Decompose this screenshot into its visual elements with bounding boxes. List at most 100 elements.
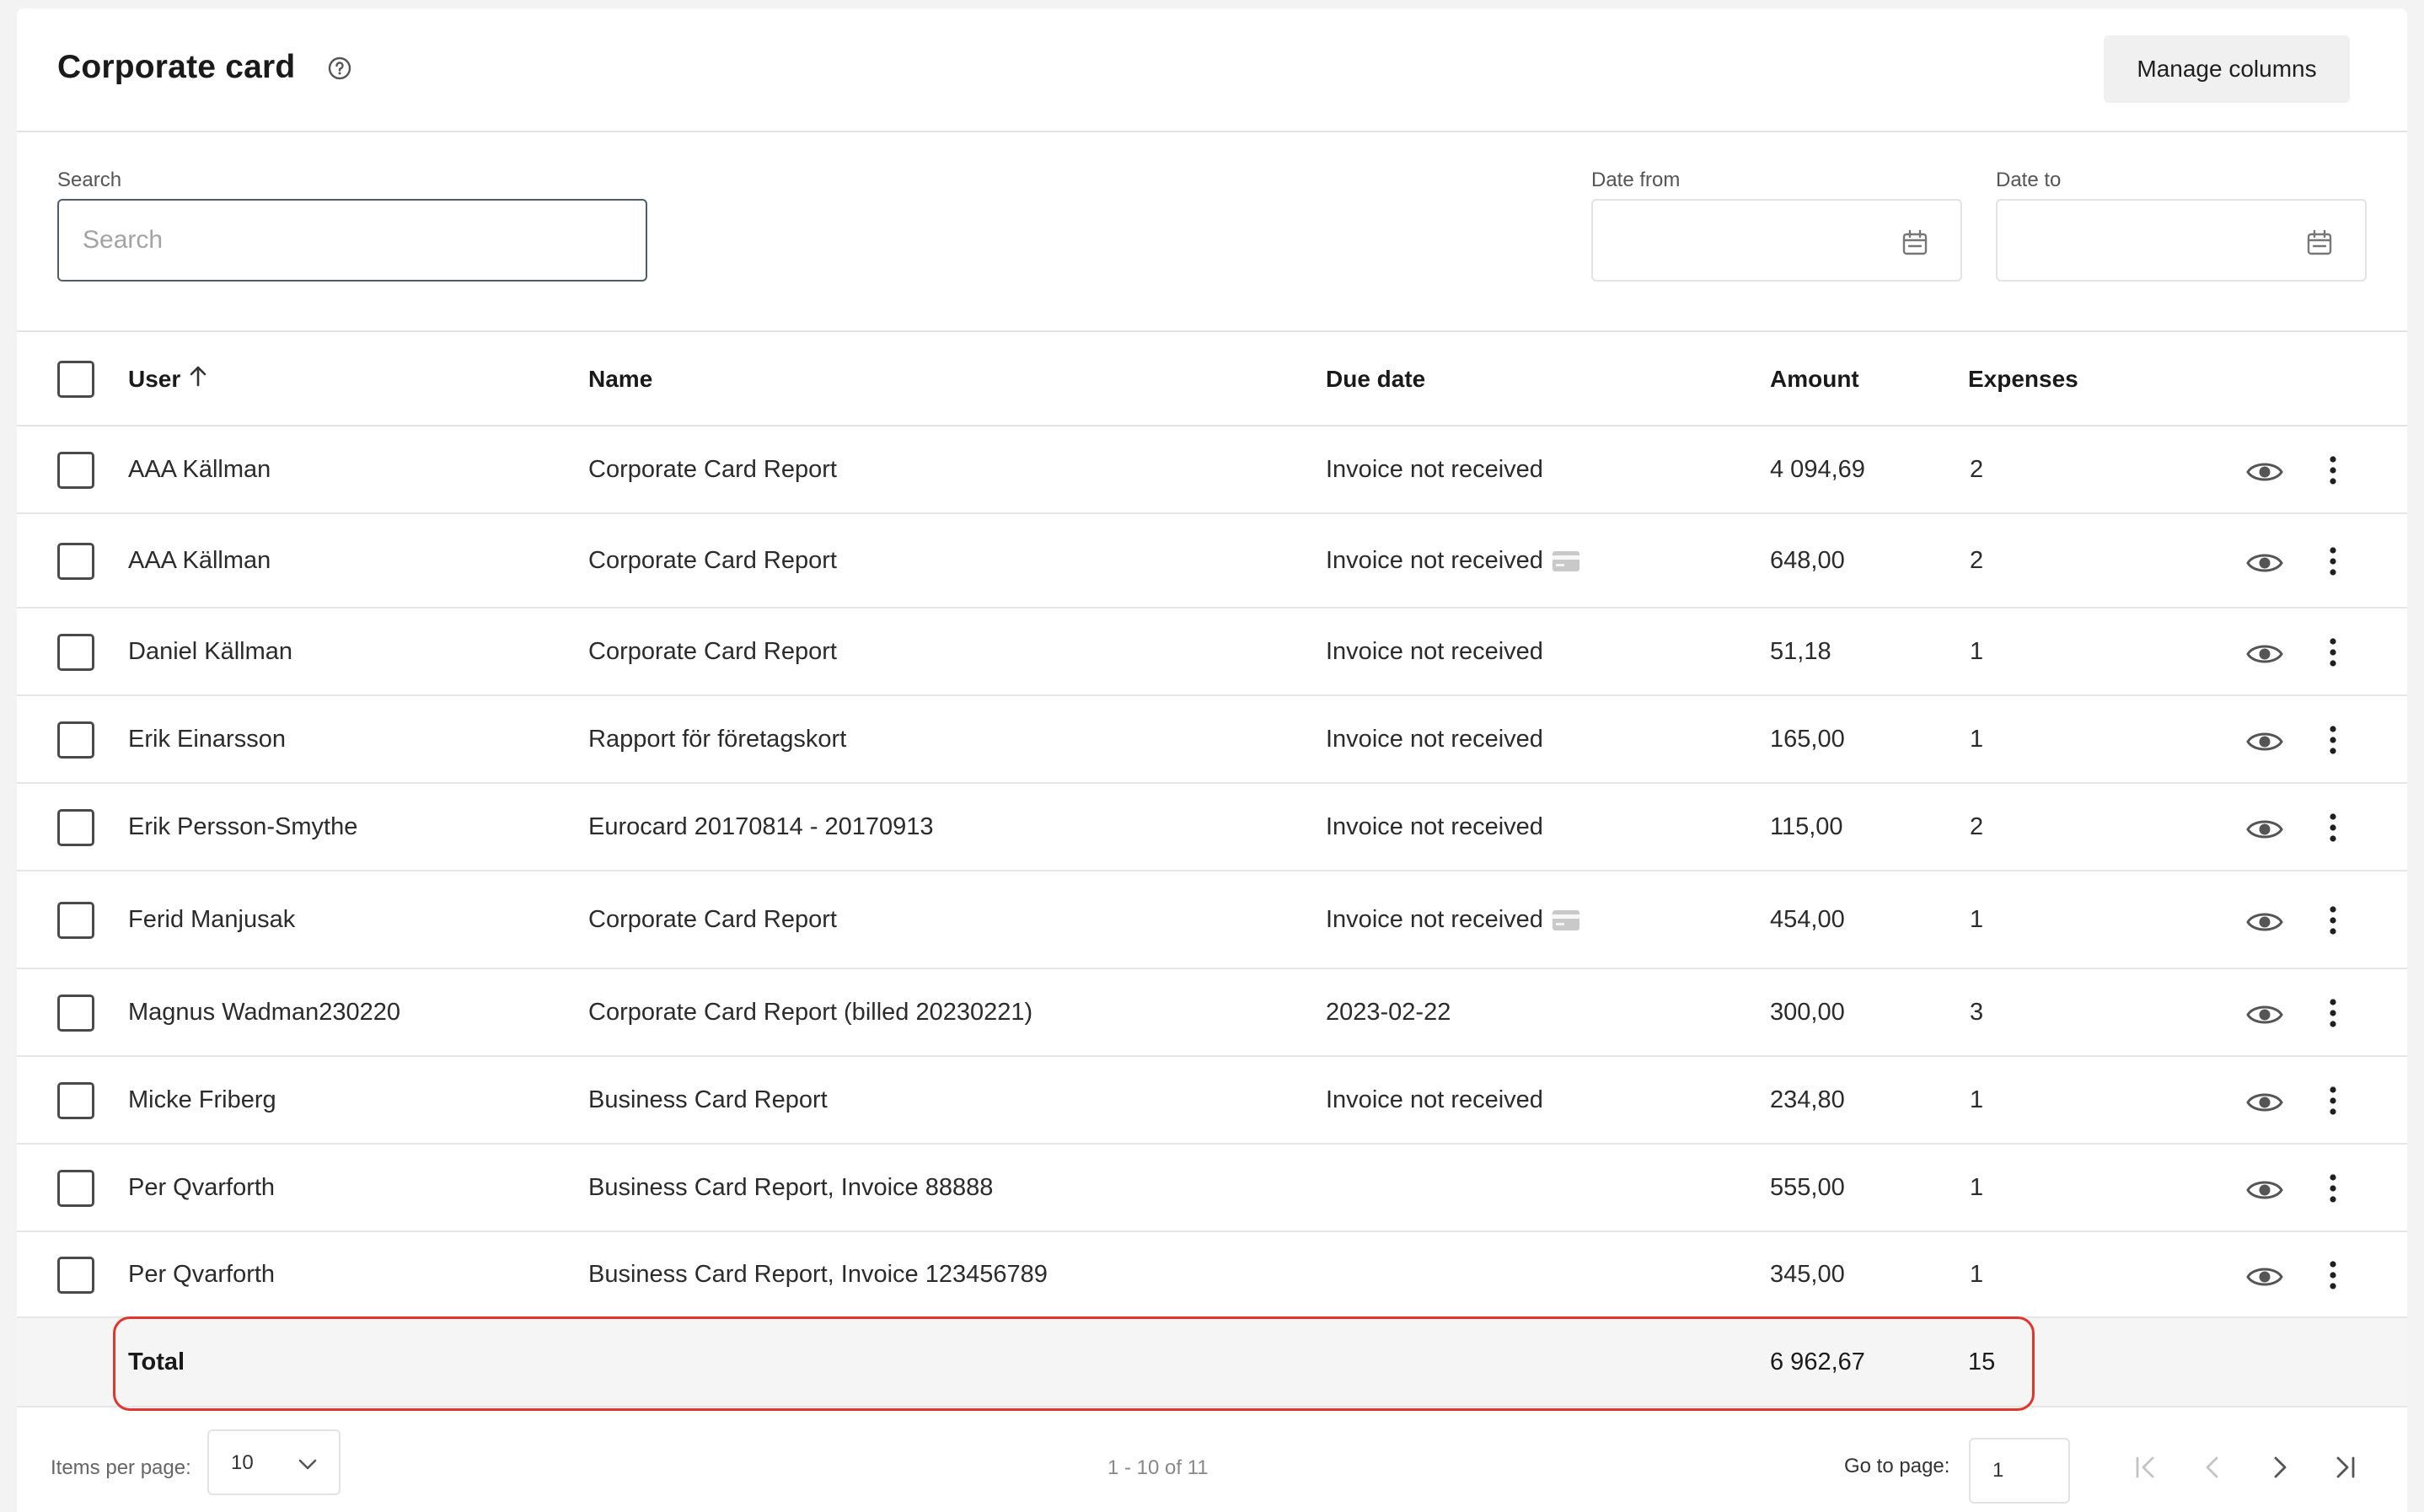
eye-icon[interactable]: [2245, 816, 2284, 843]
row-report-name: Business Card Report: [588, 1086, 828, 1113]
more-vertical-icon[interactable]: [2328, 1086, 2338, 1116]
more-vertical-icon[interactable]: [2328, 1260, 2338, 1290]
total-row: Total 6 962,67 15: [17, 1318, 2407, 1407]
next-page-icon[interactable]: [2266, 1453, 2293, 1482]
column-header-due-date[interactable]: Due date: [1326, 366, 1425, 393]
row-expenses: 1: [1970, 638, 1984, 665]
table-row[interactable]: Daniel Källman Corporate Card Report Invoi…: [17, 609, 2407, 696]
table-row[interactable]: AAA Källman Corporate Card Report Invoice …: [17, 426, 2407, 514]
more-vertical-icon[interactable]: [2328, 637, 2338, 668]
calendar-icon[interactable]: [1901, 229, 1928, 256]
items-per-page-select[interactable]: 10: [207, 1429, 341, 1495]
calendar-icon[interactable]: [2306, 229, 2333, 256]
row-due-date: Invoice not received: [1326, 813, 1543, 841]
more-vertical-icon[interactable]: [2328, 725, 2338, 755]
row-due-date: Invoice not received: [1326, 547, 1580, 575]
eye-icon[interactable]: [2245, 1089, 2284, 1116]
items-per-page-label: Items per page:: [51, 1456, 191, 1479]
eye-icon[interactable]: [2245, 1177, 2284, 1204]
eye-icon[interactable]: [2245, 1263, 2284, 1290]
select-all-checkbox[interactable]: [57, 361, 94, 398]
row-expenses: 1: [1970, 906, 1984, 933]
column-header-user-label: User: [128, 366, 181, 392]
date-from-input[interactable]: [1591, 199, 1962, 281]
row-expenses: 3: [1970, 999, 1984, 1026]
row-checkbox[interactable]: [57, 995, 94, 1032]
row-expenses: 2: [1970, 813, 1984, 840]
row-checkbox[interactable]: [57, 1170, 94, 1207]
table-row[interactable]: Erik Einarsson Rapport för företagskort In…: [17, 696, 2407, 784]
row-checkbox[interactable]: [57, 902, 94, 939]
table-row[interactable]: Micke Friberg Business Card Report Invoice…: [17, 1057, 2407, 1145]
row-amount: 4 094,69: [1770, 456, 1865, 483]
row-expenses: 1: [1970, 1174, 1984, 1201]
row-due-date: Invoice not received: [1326, 456, 1543, 484]
row-checkbox[interactable]: [57, 809, 94, 846]
help-icon[interactable]: [327, 56, 352, 81]
total-expenses: 15: [1968, 1348, 1996, 1375]
row-user: Ferid Manjusak: [128, 906, 296, 933]
more-vertical-icon[interactable]: [2328, 1173, 2338, 1204]
pagination-bar: Items per page: 10 1 - 10 of 11 Go to pa…: [17, 1407, 2407, 1512]
table-row[interactable]: Ferid Manjusak Corporate Card Report Invoi…: [17, 871, 2407, 969]
row-user: Erik Persson-Smythe: [128, 813, 358, 840]
more-vertical-icon[interactable]: [2328, 546, 2338, 576]
table-row[interactable]: Per Qvarforth Business Card Report, Invoi…: [17, 1145, 2407, 1232]
eye-icon[interactable]: [2245, 458, 2284, 485]
row-due-date: Invoice not received: [1326, 638, 1543, 666]
previous-page-icon[interactable]: [2200, 1453, 2227, 1482]
last-page-icon[interactable]: [2331, 1453, 2358, 1482]
go-to-page-input[interactable]: [1969, 1438, 2070, 1504]
eye-icon[interactable]: [2245, 641, 2284, 668]
column-header-name[interactable]: Name: [588, 366, 652, 393]
eye-icon[interactable]: [2245, 550, 2284, 576]
table-row[interactable]: Magnus Wadman230220 Corporate Card Report…: [17, 969, 2407, 1057]
table-row[interactable]: Erik Persson-Smythe Eurocard 20170814 - 2…: [17, 784, 2407, 871]
eye-icon[interactable]: [2245, 728, 2284, 755]
row-report-name: Corporate Card Report: [588, 906, 837, 933]
first-page-icon[interactable]: [2132, 1453, 2159, 1482]
row-user: Per Qvarforth: [128, 1174, 276, 1201]
row-expenses: 1: [1970, 1261, 1984, 1288]
more-vertical-icon[interactable]: [2328, 905, 2338, 936]
table-row[interactable]: Per Qvarforth Business Card Report, Invoi…: [17, 1232, 2407, 1318]
more-vertical-icon[interactable]: [2328, 455, 2338, 485]
row-amount: 165,00: [1770, 726, 1845, 753]
eye-icon[interactable]: [2245, 1001, 2284, 1028]
row-checkbox[interactable]: [57, 1257, 94, 1294]
sort-ascending-icon[interactable]: [187, 364, 209, 388]
column-header-amount[interactable]: Amount: [1770, 366, 1859, 393]
row-user: Per Qvarforth: [128, 1261, 276, 1288]
row-checkbox[interactable]: [57, 452, 94, 489]
row-user: AAA Källman: [128, 456, 271, 483]
row-due-date-text: Invoice not received: [1326, 813, 1543, 840]
row-checkbox[interactable]: [57, 1082, 94, 1119]
column-header-user[interactable]: User: [128, 366, 180, 393]
date-to-input[interactable]: [1996, 199, 2367, 281]
row-user: AAA Källman: [128, 547, 271, 574]
more-vertical-icon[interactable]: [2328, 998, 2338, 1028]
row-due-date: Invoice not received: [1326, 1086, 1543, 1114]
row-user: Magnus Wadman230220: [128, 999, 400, 1026]
total-label: Total: [128, 1348, 185, 1375]
items-per-page-value: 10: [231, 1451, 254, 1474]
more-vertical-icon[interactable]: [2328, 812, 2338, 843]
row-amount: 115,00: [1770, 813, 1843, 840]
row-report-name: Corporate Card Report: [588, 547, 837, 574]
row-report-name: Eurocard 20170814 - 20170913: [588, 813, 934, 840]
row-checkbox[interactable]: [57, 543, 94, 580]
table-row[interactable]: AAA Källman Corporate Card Report Invoice …: [17, 514, 2407, 609]
search-input[interactable]: [57, 199, 647, 281]
row-amount: 51,18: [1770, 638, 1831, 665]
row-amount: 555,00: [1770, 1174, 1845, 1201]
row-amount: 648,00: [1770, 547, 1845, 574]
row-checkbox[interactable]: [57, 721, 94, 759]
manage-columns-button[interactable]: Manage columns: [2104, 35, 2350, 103]
eye-icon[interactable]: [2245, 909, 2284, 936]
search-label: Search: [57, 169, 122, 191]
column-header-expenses[interactable]: Expenses: [1968, 366, 2078, 393]
card-icon: [1552, 909, 1580, 931]
row-checkbox[interactable]: [57, 634, 94, 671]
row-report-name: Corporate Card Report (billed 20230221): [588, 999, 1033, 1026]
row-amount: 345,00: [1770, 1261, 1845, 1288]
